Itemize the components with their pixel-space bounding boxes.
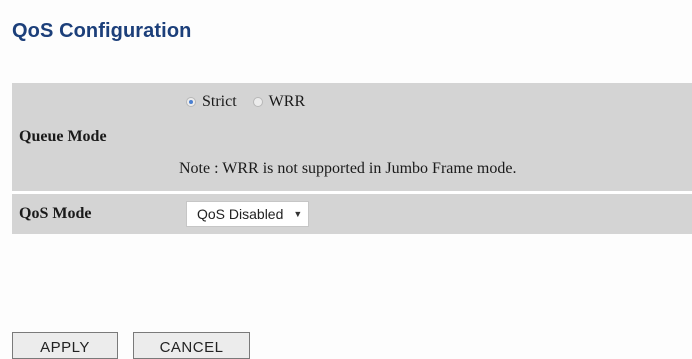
page-title: QoS Configuration [12, 20, 192, 42]
chevron-down-icon[interactable]: ▼ [293, 209, 302, 219]
wrr-note: Note : WRR is not supported in Jumbo Fra… [179, 160, 517, 177]
queue-mode-controls: Strict WRR Note : WRR is not supported i… [174, 83, 692, 191]
qos-mode-select[interactable]: QoS Disabled ▼ [186, 201, 310, 227]
cancel-button[interactable]: CANCEL [133, 332, 250, 359]
queue-mode-value: Strict WRR Note : WRR is not supported i… [174, 83, 692, 193]
queue-mode-row: Queue Mode Strict WRR Note : WRR is not … [12, 83, 692, 193]
qos-mode-label: QoS Mode [19, 205, 92, 222]
qos-mode-value: QoS Disabled ▼ [174, 193, 692, 235]
qos-mode-row: QoS Mode QoS Disabled ▼ [12, 192, 692, 235]
wrr-radio-label[interactable]: WRR [269, 93, 305, 111]
queue-mode-label: Queue Mode [19, 128, 107, 145]
apply-button[interactable]: APPLY [12, 332, 118, 359]
wrr-radio[interactable] [252, 97, 263, 107]
qos-mode-selected-value: QoS Disabled [197, 206, 284, 222]
strict-radio-label[interactable]: Strict [202, 93, 237, 111]
strict-radio[interactable] [186, 97, 196, 107]
qos-config-table: Queue Mode Strict WRR Note : WRR is not … [12, 83, 692, 234]
queue-mode-radio-group: Strict WRR [186, 93, 321, 111]
